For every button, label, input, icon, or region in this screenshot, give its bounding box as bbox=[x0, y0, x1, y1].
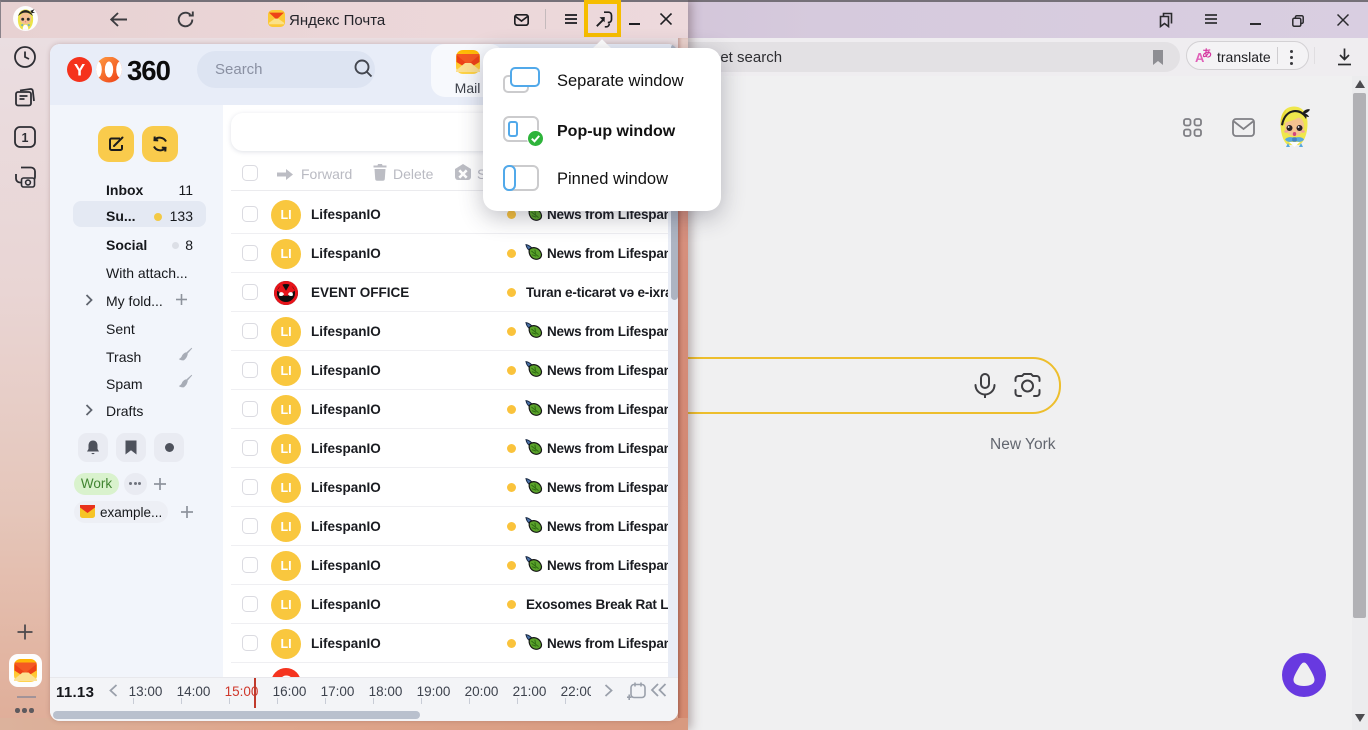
svg-text:1: 1 bbox=[22, 131, 29, 145]
svg-text:Y: Y bbox=[74, 61, 86, 80]
svg-text:360: 360 bbox=[127, 57, 171, 83]
svg-text:あ: あ bbox=[1202, 48, 1212, 60]
